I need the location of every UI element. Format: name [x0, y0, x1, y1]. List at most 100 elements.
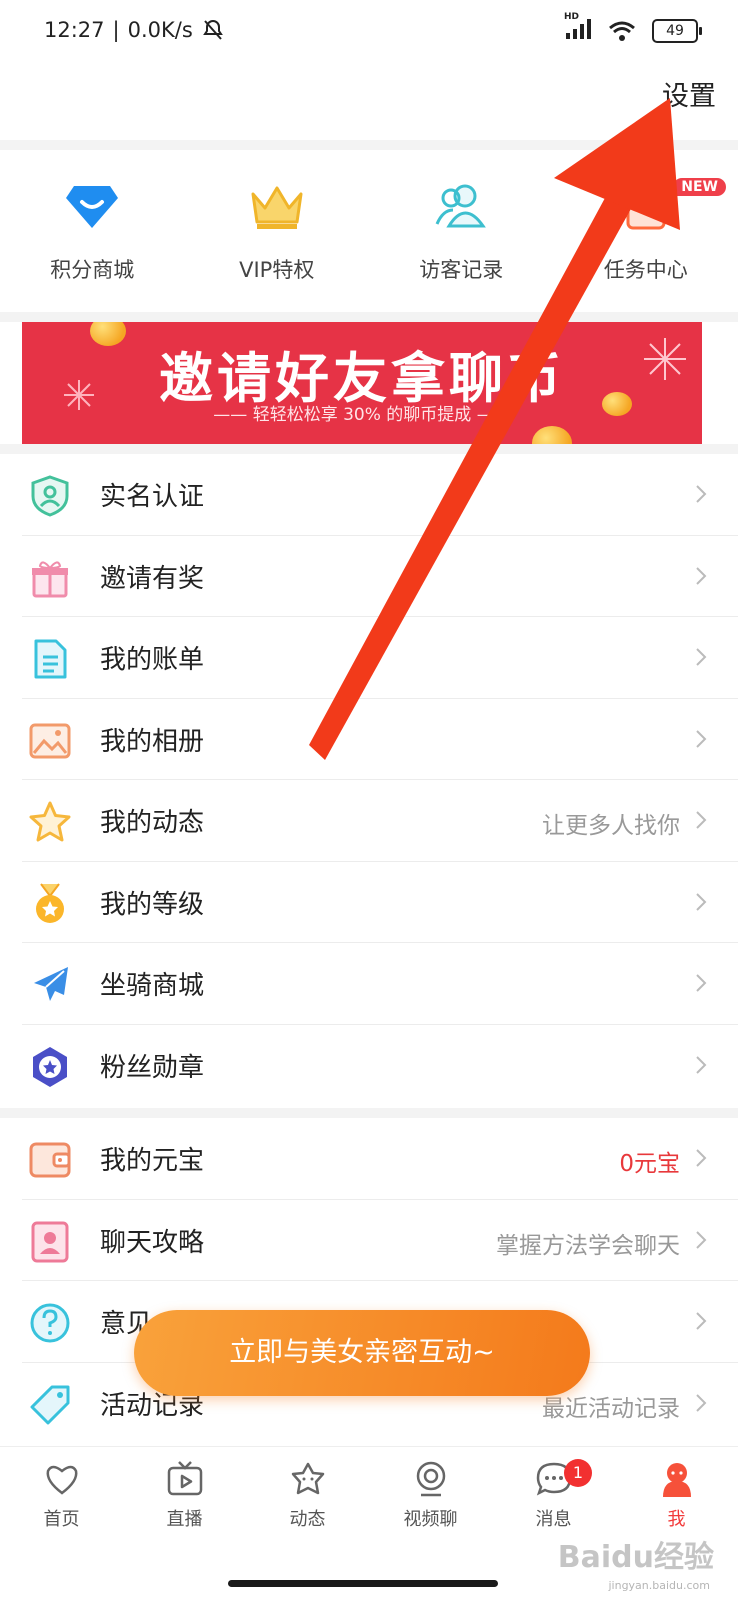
wifi-icon [609, 21, 635, 41]
status-speed: 0.0K/s [127, 18, 193, 42]
gift-icon [32, 561, 68, 597]
quick-action-points-mall[interactable]: 积分商城 [0, 150, 185, 312]
network-type-label: HD [564, 12, 580, 22]
crown-icon [251, 186, 303, 229]
chevron-right-icon [696, 811, 707, 829]
floating-cta-button[interactable]: 立即与美女亲密互动~ [134, 1310, 590, 1396]
menu-item-mount-shop[interactable]: 坐骑商城 [0, 943, 738, 1025]
star-icon [29, 801, 71, 842]
invite-banner[interactable]: 邀请好友拿聊币 —— 轻轻松松享 30% 的聊币提成 —— [22, 322, 702, 444]
menu-item-my-level[interactable]: 我的等级 [0, 862, 738, 943]
signal-icon: HD [564, 12, 592, 44]
status-separator: | [112, 18, 120, 42]
quick-action-visitors[interactable]: 访客记录 [369, 150, 554, 312]
watermark: Baidu经验 [557, 1540, 714, 1575]
menu-item-value: 让更多人找你 [542, 813, 680, 839]
status-bar: 12:27 | 0.0K/s HD 49 [0, 0, 738, 66]
menu-item-label: 粉丝勋章 [100, 1052, 205, 1083]
chevron-right-icon [696, 892, 707, 911]
quick-action-label: VIP特权 [239, 258, 315, 282]
wallet-icon [29, 1142, 71, 1178]
menu-item-label: 邀请有奖 [100, 563, 205, 594]
users-icon [435, 184, 487, 228]
quick-action-vip[interactable]: VIP特权 [185, 150, 370, 312]
diamond-icon [66, 186, 119, 228]
menu-item-my-moments[interactable]: 我的动态 让更多人找你 [0, 780, 738, 862]
mute-bell-icon [202, 19, 223, 40]
tab-moments[interactable]: 动态 [246, 1447, 369, 1555]
chevron-right-icon [696, 1230, 707, 1249]
menu-item-invite-reward[interactable]: 邀请有奖 [0, 536, 738, 617]
quick-action-label: 访客记录 [419, 258, 504, 282]
tab-label: 消息 [535, 1509, 572, 1530]
tab-label: 动态 [289, 1509, 326, 1530]
status-right: HD 49 [564, 12, 702, 44]
tab-live[interactable]: 直播 [123, 1447, 246, 1555]
watermark-sub: jingyan.baidu.com [608, 1579, 710, 1592]
tab-video-chat[interactable]: 视频聊 [369, 1447, 492, 1555]
battery-indicator: 49 [652, 19, 702, 43]
chevron-right-icon [696, 1055, 707, 1074]
menu-item-label: 实名认证 [100, 482, 205, 512]
menu-item-value: 掌握方法学会聊天 [496, 1232, 680, 1259]
document-icon [34, 639, 67, 679]
badge-star-icon [33, 1046, 67, 1087]
menu-item-fan-badge[interactable]: 粉丝勋章 [0, 1025, 738, 1107]
chevron-right-icon [696, 1312, 707, 1330]
menu-item-label: 聊天攻略 [100, 1227, 205, 1258]
chevron-right-icon [696, 1149, 707, 1167]
chevron-right-icon [696, 729, 707, 748]
tab-label: 首页 [43, 1509, 80, 1530]
quick-actions: 积分商城 VIP特权 访客记录 NEW 任务中心 [0, 150, 738, 312]
tag-icon [30, 1385, 70, 1424]
section-divider [0, 444, 738, 454]
tab-home[interactable]: 首页 [0, 1447, 123, 1555]
home-indicator[interactable] [228, 1580, 498, 1587]
menu-item-label: 我的动态 [100, 808, 205, 838]
menu-item-my-ingots[interactable]: 我的元宝 0元宝 [0, 1118, 738, 1200]
chevron-right-icon [696, 485, 707, 503]
menu-item-label: 我的账单 [100, 645, 205, 675]
chevron-right-icon [696, 974, 707, 992]
new-badge: NEW [673, 178, 726, 196]
tab-label: 我 [667, 1509, 686, 1530]
tab-label: 视频聊 [403, 1509, 458, 1530]
menu-item-label: 我的等级 [100, 889, 205, 920]
quick-action-label: 积分商城 [50, 258, 135, 282]
quick-action-task-center[interactable]: NEW 任务中心 [554, 150, 738, 312]
menu-item-chat-guide[interactable]: 聊天攻略 掌握方法学会聊天 [0, 1200, 738, 1281]
chat-guide-icon [31, 1221, 69, 1262]
chevron-right-icon [696, 566, 707, 585]
ingot-balance-value: 0元宝 [619, 1151, 680, 1177]
menu-item-label: 我的元宝 [100, 1146, 205, 1176]
unread-badge: 1 [564, 1459, 592, 1487]
tab-label: 直播 [166, 1509, 203, 1530]
menu-item-value: 最近活动记录 [542, 1395, 680, 1422]
tv-icon [167, 1461, 202, 1496]
help-icon [30, 1303, 70, 1343]
airplane-icon [34, 967, 68, 1001]
banner-subtitle: —— 轻轻松松享 30% 的聊币提成 —— [213, 405, 511, 425]
section-divider [0, 140, 738, 150]
shield-user-icon [31, 475, 69, 517]
settings-button[interactable]: 设置 [662, 74, 716, 113]
moments-icon [291, 1462, 324, 1495]
section-divider [0, 312, 738, 322]
camera-icon [416, 1461, 445, 1497]
photo-album-icon [29, 723, 71, 758]
coin-decoration [532, 426, 572, 444]
task-icon [626, 184, 666, 230]
home-heart-icon [46, 1465, 77, 1495]
menu-item-my-bill[interactable]: 我的账单 [0, 617, 738, 699]
menu-item-real-name-auth[interactable]: 实名认证 [0, 454, 738, 536]
menu-item-label: 坐骑商城 [100, 971, 205, 1001]
menu-item-my-album[interactable]: 我的相册 [0, 699, 738, 780]
medal-icon [36, 882, 64, 923]
quick-action-label: 任务中心 [603, 258, 688, 282]
profile-icon [662, 1463, 691, 1497]
header: 设置 [0, 66, 738, 140]
status-time: 12:27 [44, 18, 105, 42]
section-divider [0, 1108, 738, 1118]
menu-group-1: 实名认证 邀请有奖 我的账单 我的相册 我的动态 让更多人找你 我的等级 坐骑商… [0, 454, 738, 1106]
chevron-right-icon [696, 1393, 707, 1412]
